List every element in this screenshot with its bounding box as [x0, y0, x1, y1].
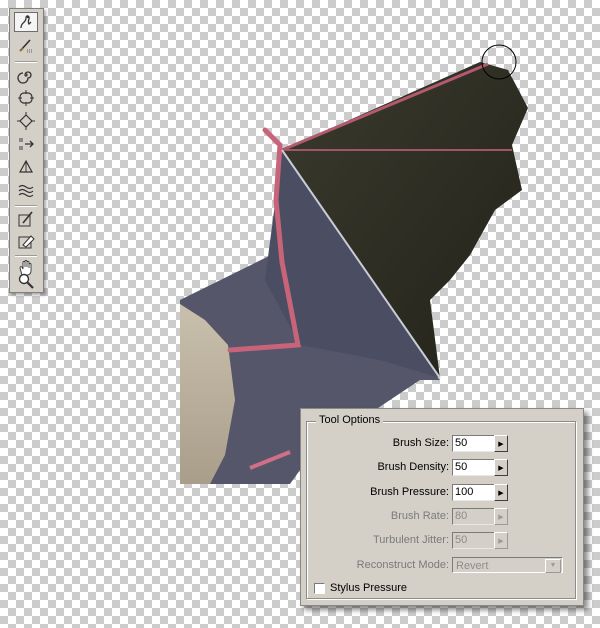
- triangle-right-icon: ▶: [498, 513, 504, 521]
- brush-density-input[interactable]: 50: [452, 459, 495, 476]
- turbulence-tool-button[interactable]: [14, 180, 38, 200]
- triangle-right-icon: ▶: [498, 440, 504, 448]
- triangle-right-icon: ▶: [498, 464, 504, 472]
- brush-pressure-input[interactable]: 100: [452, 484, 495, 501]
- turbulent-jitter-row: Turbulent Jitter: 50 ▶: [301, 532, 583, 550]
- brush-density-row: Brush Density: 50 ▶: [301, 459, 583, 477]
- pucker-tool-icon: [18, 90, 34, 106]
- toolbar-separator: [15, 61, 37, 63]
- shift-pixels-tool-button[interactable]: [14, 134, 38, 154]
- triangle-right-icon: ▶: [498, 537, 504, 545]
- tool-options-panel: Tool Options Brush Size: 50 ▶ Brush Dens…: [300, 408, 584, 606]
- brush-pressure-label: Brush Pressure:: [370, 486, 449, 498]
- toolbar-separator: [15, 205, 37, 207]
- reflection-tool-button[interactable]: [14, 157, 38, 177]
- stylus-pressure-label[interactable]: Stylus Pressure: [330, 582, 407, 594]
- reconstruct-tool-icon: [19, 39, 33, 53]
- zoom-tool-icon: [18, 273, 34, 289]
- bloat-tool-button[interactable]: [14, 111, 38, 131]
- reconstruct-mode-label: Reconstruct Mode:: [356, 559, 449, 571]
- brush-density-label: Brush Density:: [377, 461, 449, 473]
- freeze-mask-tool-icon: [18, 211, 33, 227]
- shift-pixels-tool-icon: [19, 138, 34, 150]
- twirl-clockwise-tool-button[interactable]: [14, 65, 38, 85]
- stylus-pressure-checkbox[interactable]: [314, 583, 325, 594]
- brush-rate-input: 80: [452, 508, 495, 525]
- bloat-tool-icon: [17, 112, 35, 130]
- reconstruct-mode-value: Revert: [456, 560, 489, 572]
- brush-rate-label: Brush Rate:: [390, 510, 449, 522]
- zoom-tool-button[interactable]: [14, 271, 38, 291]
- reconstruct-mode-row: Reconstruct Mode: Revert ▼: [301, 557, 583, 575]
- twirl-clockwise-tool-icon: [17, 71, 32, 84]
- brush-size-slider-button[interactable]: ▶: [494, 435, 508, 452]
- warp-tool-button[interactable]: [14, 12, 38, 32]
- thaw-mask-tool-icon: [18, 235, 35, 249]
- brush-rate-row: Brush Rate: 80 ▶: [301, 508, 583, 526]
- warp-tool-icon: [20, 15, 32, 29]
- brush-size-label: Brush Size:: [392, 437, 449, 449]
- reconstruct-tool-button[interactable]: [14, 35, 38, 55]
- tool-options-title: Tool Options: [316, 414, 384, 426]
- turbulent-jitter-slider-button: ▶: [494, 532, 508, 549]
- pucker-tool-button[interactable]: [14, 88, 38, 108]
- brush-pressure-slider-button[interactable]: ▶: [494, 484, 508, 501]
- brush-pressure-row: Brush Pressure: 100 ▶: [301, 484, 583, 502]
- toolbar-separator: [15, 255, 37, 257]
- brush-size-input[interactable]: 50: [452, 435, 495, 452]
- turbulent-jitter-input: 50: [452, 532, 495, 549]
- triangle-right-icon: ▶: [498, 489, 504, 497]
- freeze-mask-tool-button[interactable]: [14, 209, 38, 229]
- liquify-toolbar: [9, 8, 44, 293]
- turbulent-jitter-label: Turbulent Jitter:: [372, 534, 449, 546]
- turbulence-tool-icon: [18, 184, 34, 198]
- brush-density-slider-button[interactable]: ▶: [494, 459, 508, 476]
- reconstruct-mode-select: Revert ▼: [452, 557, 563, 573]
- brush-rate-slider-button: ▶: [494, 508, 508, 525]
- reflection-tool-icon: [18, 159, 34, 173]
- chevron-down-icon: ▼: [545, 559, 561, 573]
- thaw-mask-tool-button[interactable]: [14, 231, 38, 251]
- brush-size-row: Brush Size: 50 ▶: [301, 435, 583, 453]
